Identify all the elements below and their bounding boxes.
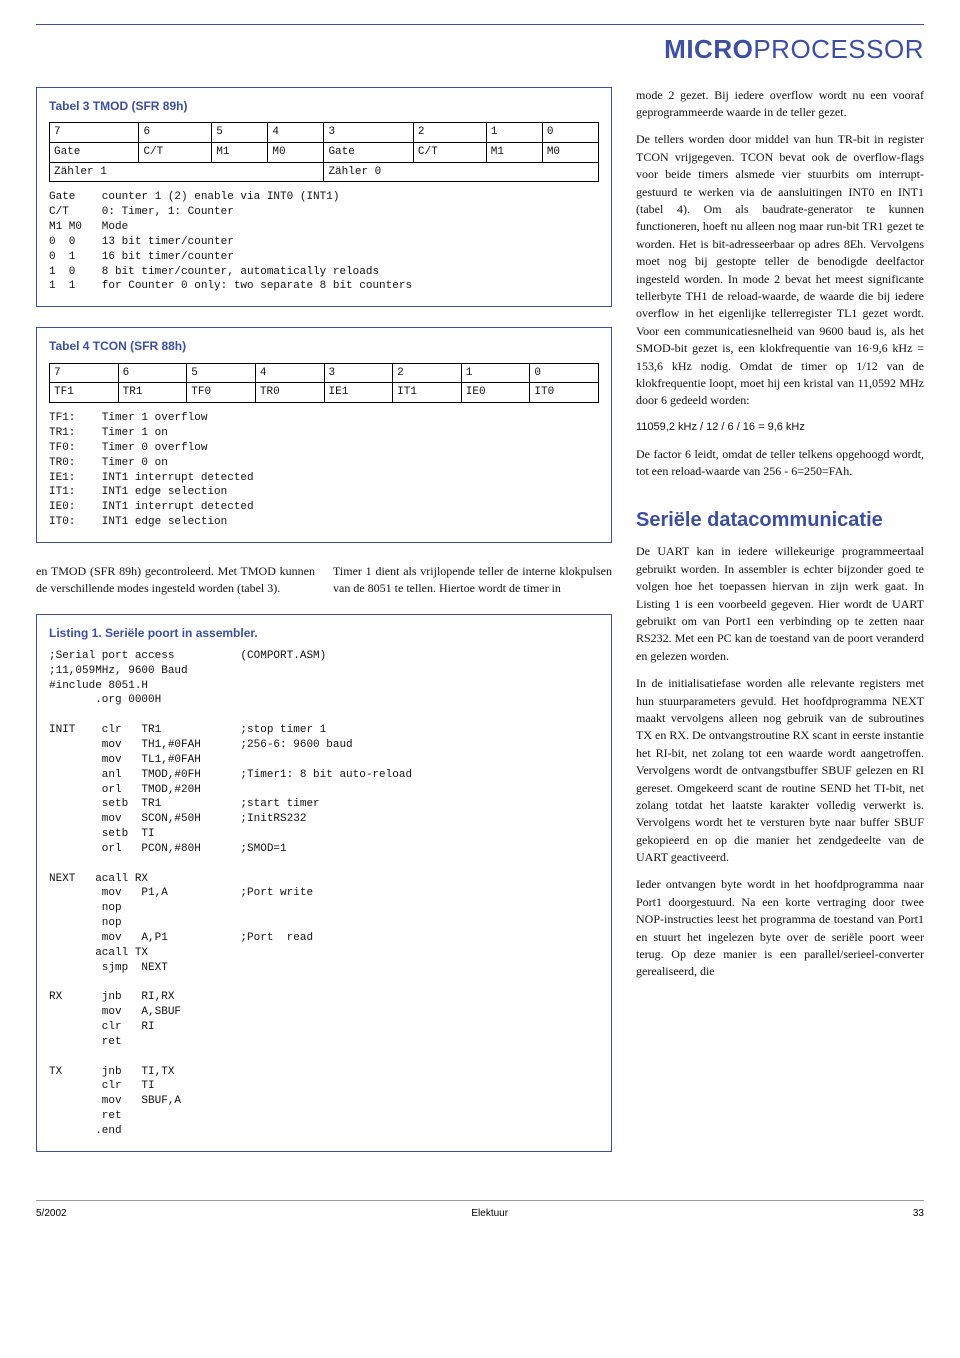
right-p4: De UART kan in iedere willekeurige progr…	[636, 543, 924, 665]
listing-1-box: Listing 1. Seriële poort in assembler. ;…	[36, 614, 612, 1152]
table-3-desc: Gate counter 1 (2) enable via INT0 (INT1…	[49, 190, 599, 294]
table-4-title: Tabel 4 TCON (SFR 88h)	[49, 338, 599, 354]
running-head: MICROPROCESSOR	[36, 24, 924, 69]
right-equation: 11059,2 kHz / 12 / 6 / 16 = 9,6 kHz	[636, 420, 924, 436]
listing-1-code: ;Serial port access (COMPORT.ASM) ;11,05…	[49, 649, 599, 1139]
listing-1-title: Listing 1. Seriële poort in assembler.	[49, 625, 599, 641]
head-right: PROCESSOR	[753, 34, 924, 64]
right-p1: mode 2 gezet. Bij iedere overflow wordt …	[636, 87, 924, 122]
mid-left-text: en TMOD (SFR 89h) gecontroleerd. Met TMO…	[36, 563, 315, 598]
section-heading: Seriële datacommunicatie	[636, 506, 924, 535]
page-footer: 5/2002 Elektuur 33	[36, 1200, 924, 1222]
mid-paragraphs: en TMOD (SFR 89h) gecontroleerd. Met TMO…	[36, 563, 612, 608]
right-p6: Ieder ontvangen byte wordt in het hoofdp…	[636, 876, 924, 980]
table-3-box: Tabel 3 TMOD (SFR 89h) 7654 3210 GateC/T…	[36, 87, 612, 308]
head-left: MICRO	[664, 34, 753, 64]
footer-center: Elektuur	[471, 1207, 508, 1222]
table-3-title: Tabel 3 TMOD (SFR 89h)	[49, 98, 599, 114]
right-p2: De tellers worden door middel van hun TR…	[636, 131, 924, 409]
table-4-box: Tabel 4 TCON (SFR 88h) 7654 3210 TF1TR1T…	[36, 327, 612, 543]
footer-right: 33	[913, 1207, 924, 1222]
table-3-bits: 7654 3210 GateC/TM1M0 GateC/TM1M0 Zähler…	[49, 122, 599, 183]
right-p5: In de initialisatiefase worden alle rele…	[636, 675, 924, 866]
table-4-desc: TF1: Timer 1 overflow TR1: Timer 1 on TF…	[49, 411, 599, 530]
footer-left: 5/2002	[36, 1207, 67, 1222]
right-p3: De factor 6 leidt, omdat de teller telke…	[636, 446, 924, 481]
mid-right-text: Timer 1 dient als vrijlopende teller de …	[333, 563, 612, 598]
table-4-bits: 7654 3210 TF1TR1TF0TR0 IE1IT1IE0IT0	[49, 363, 599, 404]
